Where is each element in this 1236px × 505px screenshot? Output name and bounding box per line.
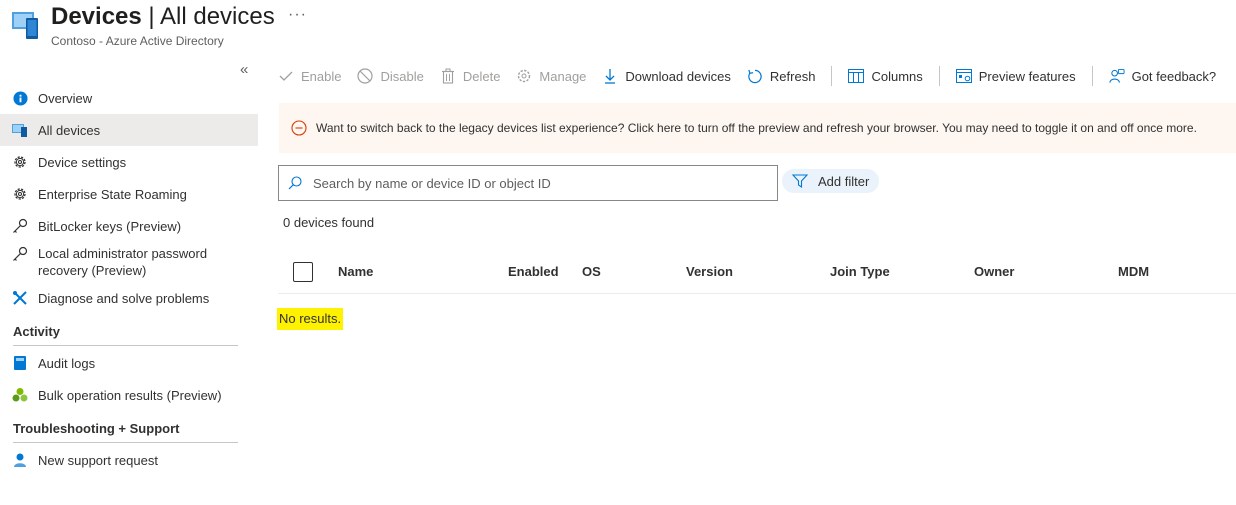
info-icon bbox=[12, 90, 28, 106]
sidebar-item-audit-logs[interactable]: Audit logs bbox=[0, 347, 258, 379]
trash-icon bbox=[440, 68, 456, 84]
preview-features-icon bbox=[955, 68, 972, 84]
gear-icon bbox=[12, 186, 28, 202]
feedback-button[interactable]: Got feedback? bbox=[1109, 68, 1216, 84]
toolbar-divider bbox=[1091, 66, 1093, 86]
columns-button[interactable]: Columns bbox=[848, 68, 923, 84]
add-filter-button[interactable]: Add filter bbox=[782, 169, 879, 193]
sidebar: Overview All devices Device settings Ent… bbox=[0, 82, 258, 476]
download-icon bbox=[602, 68, 618, 84]
cluster-icon bbox=[12, 387, 28, 403]
person-support-icon bbox=[12, 452, 28, 468]
column-header-enabled[interactable]: Enabled bbox=[508, 264, 559, 279]
collapse-sidebar-button[interactable]: « bbox=[240, 61, 248, 78]
sidebar-item-device-settings[interactable]: Device settings bbox=[0, 146, 258, 178]
column-header-os[interactable]: OS bbox=[582, 264, 601, 279]
devices-icon bbox=[12, 12, 38, 39]
column-header-version[interactable]: Version bbox=[686, 264, 733, 279]
sidebar-section-activity: Activity bbox=[0, 314, 258, 347]
column-header-name[interactable]: Name bbox=[338, 264, 373, 279]
gear-icon bbox=[516, 68, 532, 84]
delete-button[interactable]: Delete bbox=[440, 68, 500, 84]
sidebar-item-all-devices[interactable]: All devices bbox=[0, 114, 258, 146]
page-subtitle: Contoso - Azure Active Directory bbox=[51, 34, 224, 48]
columns-icon bbox=[848, 68, 865, 84]
refresh-icon bbox=[747, 68, 763, 84]
sidebar-item-diagnose[interactable]: Diagnose and solve problems bbox=[0, 282, 258, 314]
download-devices-button[interactable]: Download devices bbox=[602, 68, 731, 84]
page-title: Devices | All devices bbox=[51, 3, 275, 30]
sidebar-item-bulk-operation-results[interactable]: Bulk operation results (Preview) bbox=[0, 379, 258, 411]
sidebar-item-enterprise-state-roaming[interactable]: Enterprise State Roaming bbox=[0, 178, 258, 210]
sidebar-item-local-admin-password[interactable]: Local administrator password recovery (P… bbox=[0, 242, 258, 282]
command-bar: Enable Disable Delete Manage Download de… bbox=[278, 64, 1216, 88]
preview-features-button[interactable]: Preview features bbox=[955, 68, 1076, 84]
sidebar-item-new-support-request[interactable]: New support request bbox=[0, 444, 258, 476]
minus-circle-icon bbox=[291, 120, 307, 136]
page-header: Devices | All devices Contoso - Azure Ac… bbox=[0, 0, 1236, 56]
column-header-join-type[interactable]: Join Type bbox=[830, 264, 890, 279]
table-header-row: Name Enabled OS Version Join Type Owner … bbox=[278, 250, 1236, 294]
wrench-icon bbox=[12, 290, 28, 306]
refresh-button[interactable]: Refresh bbox=[747, 68, 815, 84]
sidebar-section-troubleshooting: Troubleshooting + Support bbox=[0, 411, 258, 444]
device-count-text: 0 devices found bbox=[283, 215, 375, 230]
manage-button[interactable]: Manage bbox=[516, 68, 586, 84]
search-input[interactable] bbox=[313, 175, 753, 191]
block-icon bbox=[357, 68, 374, 84]
legacy-experience-banner[interactable]: Want to switch back to the legacy device… bbox=[279, 103, 1236, 153]
disable-button[interactable]: Disable bbox=[357, 68, 424, 84]
select-all-checkbox[interactable] bbox=[293, 262, 313, 282]
no-results-text: No results. bbox=[277, 308, 344, 330]
search-box bbox=[278, 165, 778, 201]
column-header-mdm[interactable]: MDM bbox=[1118, 264, 1149, 279]
enable-button[interactable]: Enable bbox=[278, 68, 341, 84]
search-icon bbox=[288, 176, 302, 190]
key-icon bbox=[12, 246, 28, 262]
toolbar-divider bbox=[831, 66, 833, 86]
checkmark-icon bbox=[278, 68, 294, 84]
book-icon bbox=[12, 355, 28, 371]
banner-text: Want to switch back to the legacy device… bbox=[316, 121, 1197, 135]
sidebar-item-overview[interactable]: Overview bbox=[0, 82, 258, 114]
key-icon bbox=[12, 218, 28, 234]
gear-icon bbox=[12, 154, 28, 170]
sidebar-item-bitlocker-keys[interactable]: BitLocker keys (Preview) bbox=[0, 210, 258, 242]
toolbar-divider bbox=[938, 66, 940, 86]
devices-icon bbox=[12, 122, 28, 138]
column-header-owner[interactable]: Owner bbox=[974, 264, 1014, 279]
more-options-button[interactable]: ··· bbox=[288, 6, 307, 24]
filter-icon bbox=[792, 174, 808, 188]
feedback-person-icon bbox=[1109, 68, 1125, 84]
